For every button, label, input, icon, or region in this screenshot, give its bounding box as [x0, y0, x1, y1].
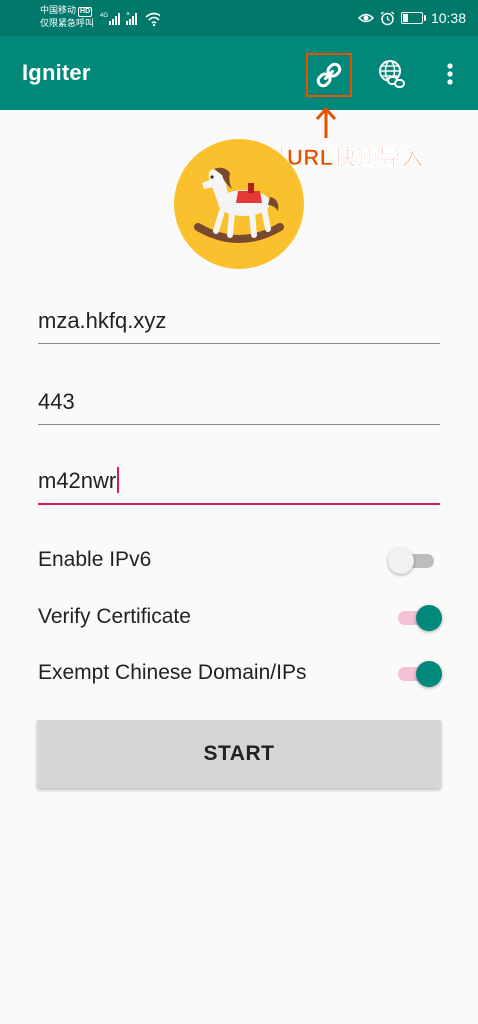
server-port-field[interactable]: 443	[38, 384, 440, 425]
ipv6-toggle[interactable]	[388, 548, 436, 574]
link-icon	[316, 62, 342, 88]
rocking-horse-icon	[194, 167, 284, 243]
server-address-field[interactable]: mza.hkfq.xyz	[38, 303, 440, 344]
more-vert-icon	[447, 63, 453, 85]
option-exempt-chinese[interactable]: Exempt Chinese Domain/IPs	[38, 653, 442, 693]
carrier-info: 中国移动 HD 仅限紧急呼叫	[40, 4, 94, 29]
option-label: Verify Certificate	[38, 605, 191, 628]
exempt-chinese-toggle[interactable]	[396, 661, 442, 687]
option-verify-certificate[interactable]: Verify Certificate	[38, 597, 442, 637]
password-value: m42nwr	[38, 468, 117, 493]
app-bar: Igniter	[0, 36, 478, 110]
status-icons: 10:38	[357, 9, 466, 27]
globe-link-button[interactable]	[370, 52, 414, 96]
alarm-icon	[380, 10, 395, 25]
eye-comfort-icon	[357, 13, 374, 23]
option-label: Enable IPv6	[38, 548, 152, 571]
wifi-icon	[145, 12, 160, 26]
option-label: Exempt Chinese Domain/IPs	[38, 661, 307, 684]
option-enable-ipv6[interactable]: Enable IPv6	[38, 540, 440, 580]
svg-text:×: ×	[126, 11, 130, 18]
server-port-value: 443	[38, 389, 75, 414]
hd-badge: HD	[78, 7, 93, 17]
signal-icon: 4G ×	[100, 11, 160, 26]
start-button[interactable]: START	[37, 720, 441, 788]
app-logo	[174, 139, 304, 269]
status-bar: 中国移动 HD 仅限紧急呼叫 4G × 10:38	[0, 0, 478, 36]
battery-icon	[400, 12, 426, 24]
carrier-name: 中国移动	[40, 5, 77, 15]
import-url-button[interactable]	[306, 53, 352, 97]
server-address-value: mza.hkfq.xyz	[38, 308, 167, 333]
verify-certificate-toggle[interactable]	[396, 605, 442, 631]
overflow-menu-button[interactable]	[428, 52, 472, 96]
app-title: Igniter	[22, 60, 91, 85]
network-type-label: 4G	[100, 13, 108, 19]
clock: 10:38	[430, 10, 466, 26]
annotation-arrow-icon	[315, 107, 337, 138]
emergency-calls-only: 仅限紧急呼叫	[40, 18, 95, 28]
text-cursor	[117, 467, 120, 493]
globe-link-icon	[379, 60, 405, 88]
password-field[interactable]: m42nwr	[38, 463, 440, 505]
